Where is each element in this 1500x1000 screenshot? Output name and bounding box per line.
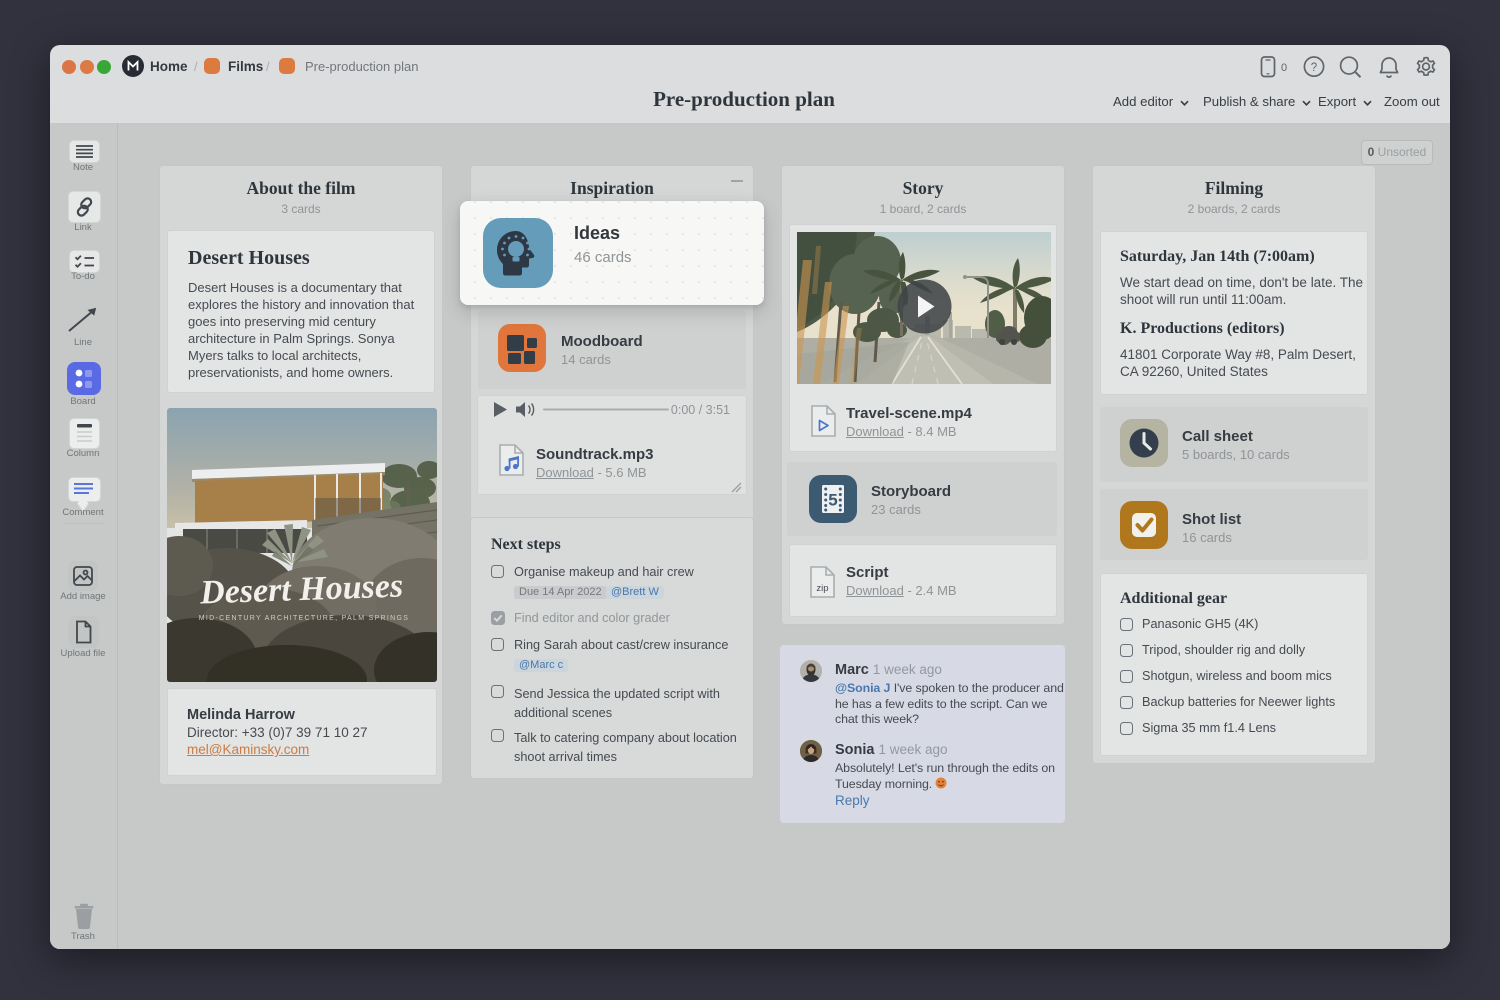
svg-text:Desert Houses: Desert Houses (199, 567, 404, 611)
svg-text:0: 0 (1281, 62, 1287, 74)
svg-text:0:00 / 3:51: 0:00 / 3:51 (671, 403, 730, 417)
svg-text:5: 5 (828, 491, 837, 510)
svg-text:MID-CENTURY ARCHITECTURE, PALM: MID-CENTURY ARCHITECTURE, PALM SPRINGS (199, 615, 409, 622)
svg-text:zip: zip (816, 583, 828, 594)
svg-text:?: ? (1311, 62, 1317, 74)
